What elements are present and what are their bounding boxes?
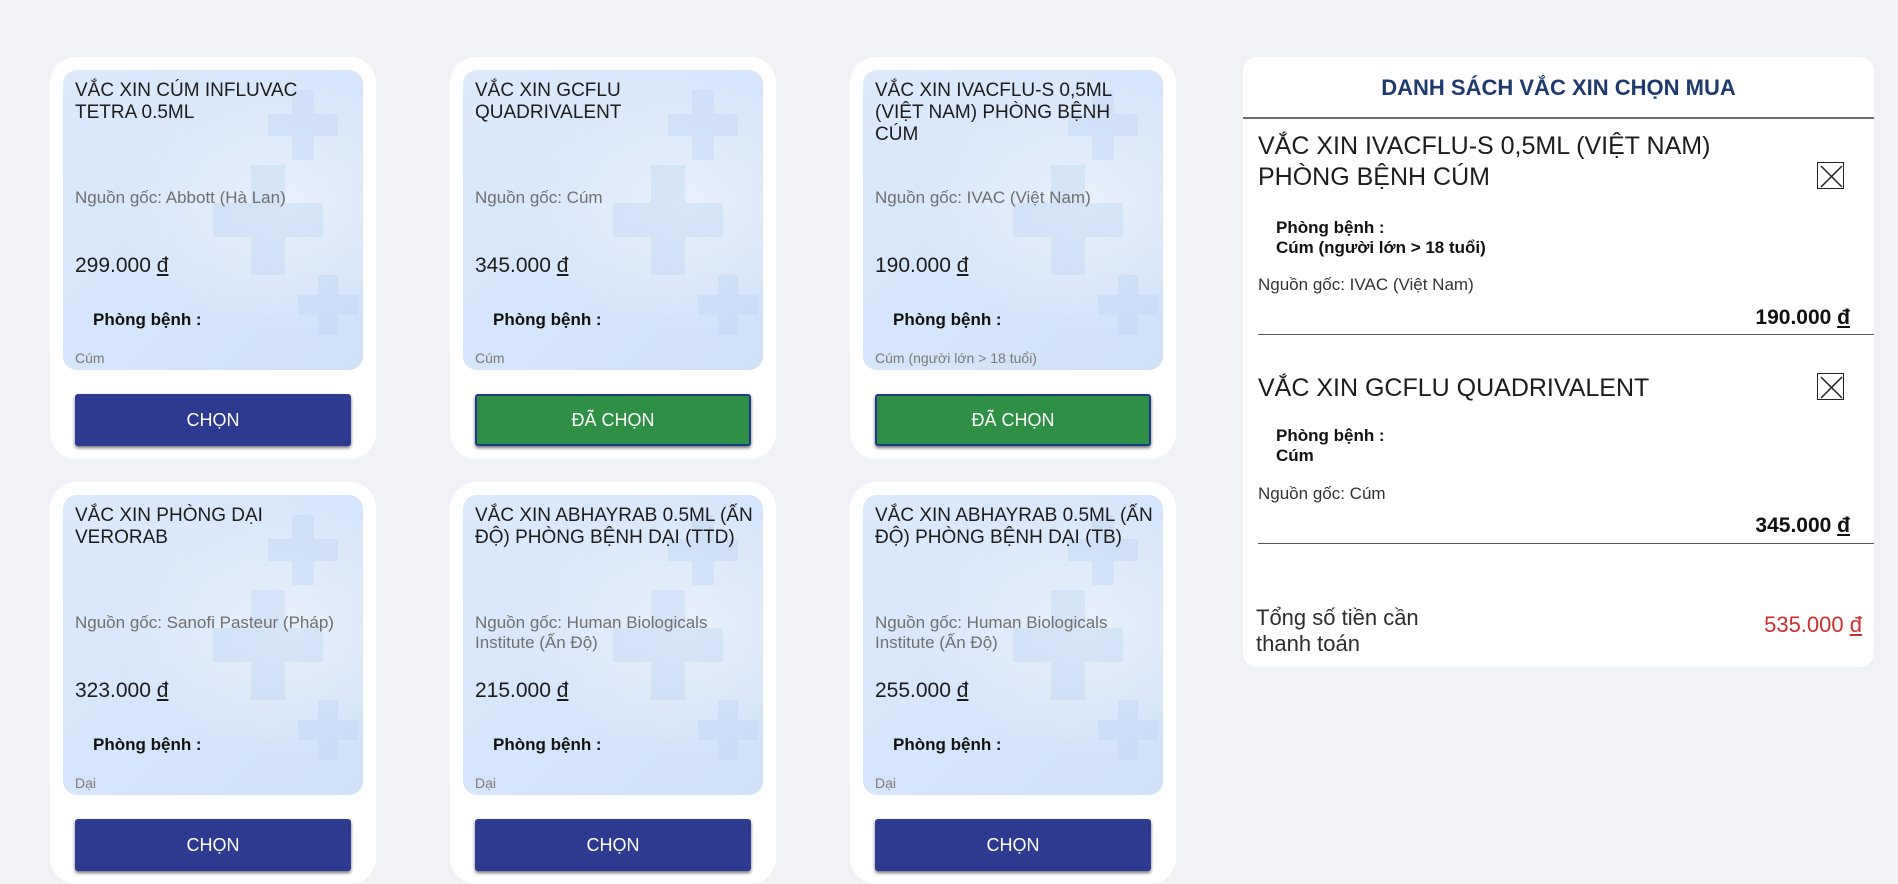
vaccine-card: VẮC XIN CÚM INFLUVAC TETRA 0.5ML Nguồn g…: [50, 57, 376, 459]
currency-symbol: đ: [1837, 306, 1850, 329]
vaccine-disease: Dại: [875, 775, 897, 791]
vaccine-name: VẮC XIN IVACFLU-S 0,5ML (VIỆT NAM) PHÒNG…: [875, 80, 1112, 145]
total-label: Tổng số tiền cần thanh toán: [1256, 605, 1419, 656]
cart-item-disease: Cúm (người lớn > 18 tuổi): [1276, 238, 1486, 257]
select-button[interactable]: CHỌN: [75, 394, 351, 446]
vaccine-card-body: VẮC XIN GCFLU QUADRIVALENT Nguồn gốc: Cú…: [463, 70, 763, 370]
vaccine-origin: Nguồn gốc: IVAC (Việt Nam): [875, 188, 1091, 207]
disease-label: Phòng bệnh :: [493, 735, 602, 754]
currency-symbol: đ: [956, 254, 969, 277]
remove-item-button[interactable]: [1817, 373, 1844, 400]
remove-item-button[interactable]: [1817, 162, 1844, 189]
divider: [1258, 543, 1874, 544]
cart-item-disease: Cúm: [1276, 446, 1314, 465]
vaccine-disease: Cúm (người lớn > 18 tuổi): [875, 350, 1037, 366]
selected-button[interactable]: ĐÃ CHỌN: [875, 394, 1151, 446]
currency-symbol: đ: [156, 254, 169, 277]
currency-symbol: đ: [1837, 514, 1850, 537]
vaccine-card-body: VẮC XIN ABHAYRAB 0.5ML (ẤN ĐỘ) PHÒNG BỆN…: [863, 495, 1163, 795]
currency-symbol: đ: [1849, 612, 1862, 637]
total-value: 535.000 đ: [1764, 612, 1862, 637]
cart-title: DANH SÁCH VẮC XIN CHỌN MUA: [1381, 75, 1736, 100]
vaccine-card-body: VẮC XIN IVACFLU-S 0,5ML (VIỆT NAM) PHÒNG…: [863, 70, 1163, 370]
vaccine-origin: Nguồn gốc: Human Biologicals Institute (…: [475, 613, 708, 652]
divider: [1258, 334, 1874, 335]
vaccine-card: VẮC XIN IVACFLU-S 0,5ML (VIỆT NAM) PHÒNG…: [850, 57, 1176, 459]
close-icon: [1820, 165, 1843, 188]
select-button[interactable]: CHỌN: [875, 819, 1151, 871]
cart-item: VẮC XIN GCFLU QUADRIVALENT Phòng bệnh : …: [1258, 373, 1874, 553]
vaccine-price: 345.000 đ: [475, 254, 569, 277]
currency-symbol: đ: [556, 254, 569, 277]
vaccine-grid: VẮC XIN CÚM INFLUVAC TETRA 0.5ML Nguồn g…: [0, 0, 1200, 884]
vaccine-card-body: VẮC XIN PHÒNG DẠI VERORAB Nguồn gốc: San…: [63, 495, 363, 795]
vaccine-card: VẮC XIN PHÒNG DẠI VERORAB Nguồn gốc: San…: [50, 482, 376, 884]
vaccine-origin: Nguồn gốc: Sanofi Pasteur (Pháp): [75, 613, 334, 632]
vaccine-origin: Nguồn gốc: Human Biologicals Institute (…: [875, 613, 1108, 652]
select-button[interactable]: CHỌN: [475, 819, 751, 871]
vaccine-disease: Dại: [75, 775, 97, 791]
vaccine-price: 323.000 đ: [75, 679, 169, 702]
disease-label: Phòng bệnh :: [1276, 426, 1385, 445]
vaccine-disease: Cúm: [475, 350, 505, 366]
disease-label: Phòng bệnh :: [493, 310, 602, 329]
vaccine-origin: Nguồn gốc: Abbott (Hà Lan): [75, 188, 286, 207]
vaccine-name: VẮC XIN ABHAYRAB 0.5ML (ẤN ĐỘ) PHÒNG BỆN…: [475, 505, 753, 548]
currency-symbol: đ: [556, 679, 569, 702]
vaccine-card-body: VẮC XIN ABHAYRAB 0.5ML (ẤN ĐỘ) PHÒNG BỆN…: [463, 495, 763, 795]
currency-symbol: đ: [956, 679, 969, 702]
disease-label: Phòng bệnh :: [93, 310, 202, 329]
vaccine-origin: Nguồn gốc: Cúm: [475, 188, 603, 207]
divider: [1243, 117, 1874, 119]
cart-item-name: VẮC XIN GCFLU QUADRIVALENT: [1258, 374, 1650, 402]
vaccine-card-body: VẮC XIN CÚM INFLUVAC TETRA 0.5ML Nguồn g…: [63, 70, 363, 370]
vaccine-card: VẮC XIN ABHAYRAB 0.5ML (ẤN ĐỘ) PHÒNG BỆN…: [450, 482, 776, 884]
disease-label: Phòng bệnh :: [93, 735, 202, 754]
cart-item-name: VẮC XIN IVACFLU-S 0,5ML (VIỆT NAM) PHÒNG…: [1258, 132, 1711, 191]
vaccine-card: VẮC XIN ABHAYRAB 0.5ML (ẤN ĐỘ) PHÒNG BỆN…: [850, 482, 1176, 884]
vaccine-name: VẮC XIN GCFLU QUADRIVALENT: [475, 80, 622, 123]
vaccine-price: 299.000 đ: [75, 254, 169, 277]
vaccine-name: VẮC XIN CÚM INFLUVAC TETRA 0.5ML: [75, 80, 298, 123]
disease-label: Phòng bệnh :: [893, 310, 1002, 329]
cart-item-price: 345.000 đ: [1755, 514, 1850, 537]
vaccine-disease: Dại: [475, 775, 497, 791]
vaccine-name: VẮC XIN PHÒNG DẠI VERORAB: [75, 505, 263, 548]
vaccine-price: 190.000 đ: [875, 254, 969, 277]
cart-item-origin: Nguồn gốc: IVAC (Việt Nam): [1258, 275, 1474, 294]
selected-button[interactable]: ĐÃ CHỌN: [475, 394, 751, 446]
vaccine-price: 255.000 đ: [875, 679, 969, 702]
vaccine-disease: Cúm: [75, 350, 105, 366]
currency-symbol: đ: [156, 679, 169, 702]
vaccine-card: VẮC XIN GCFLU QUADRIVALENT Nguồn gốc: Cú…: [450, 57, 776, 459]
close-icon: [1820, 376, 1843, 399]
disease-label: Phòng bệnh :: [893, 735, 1002, 754]
cart-item-origin: Nguồn gốc: Cúm: [1258, 484, 1386, 503]
disease-label: Phòng bệnh :: [1276, 218, 1385, 237]
vaccine-price: 215.000 đ: [475, 679, 569, 702]
cart-item: VẮC XIN IVACFLU-S 0,5ML (VIỆT NAM) PHÒNG…: [1258, 131, 1874, 341]
vaccine-name: VẮC XIN ABHAYRAB 0.5ML (ẤN ĐỘ) PHÒNG BỆN…: [875, 505, 1153, 548]
cart-panel: DANH SÁCH VẮC XIN CHỌN MUA VẮC XIN IVACF…: [1243, 57, 1874, 667]
select-button[interactable]: CHỌN: [75, 819, 351, 871]
cart-item-price: 190.000 đ: [1755, 306, 1850, 329]
